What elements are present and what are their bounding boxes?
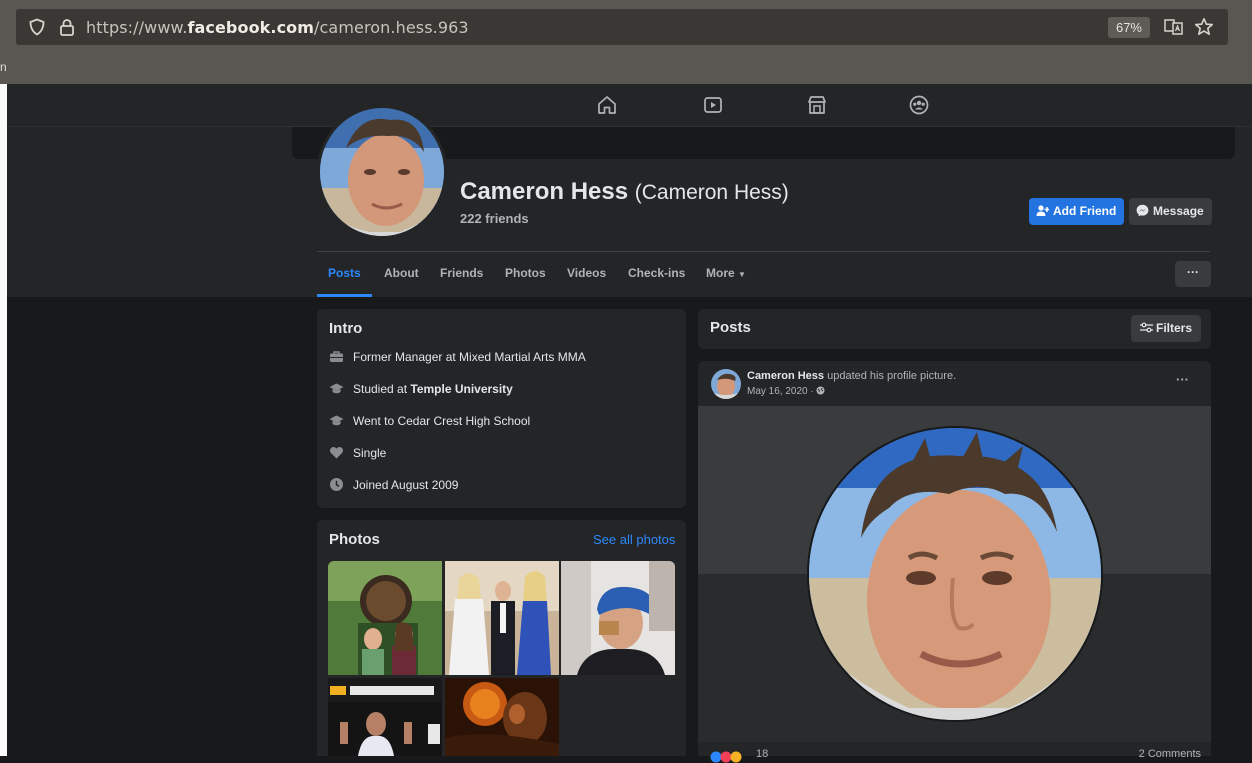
reaction-count[interactable]: 18: [756, 748, 768, 760]
posts-title: Posts: [710, 319, 751, 336]
profile-alt-name: (Cameron Hess): [634, 181, 789, 204]
see-all-photos-link[interactable]: See all photos: [593, 532, 675, 547]
tab-about[interactable]: About: [384, 266, 419, 280]
intro-education-prefix: Studied at: [353, 382, 411, 396]
bookmark-star-icon[interactable]: [1194, 17, 1214, 37]
active-tab-indicator: [317, 294, 372, 297]
intro-high-school: Went to Cedar Crest High School: [329, 413, 669, 431]
intro-education-school[interactable]: Temple University: [410, 382, 512, 396]
friends-count[interactable]: 222 friends: [460, 211, 529, 226]
add-friend-label: Add Friend: [1053, 204, 1117, 218]
shield-icon[interactable]: [28, 18, 46, 36]
lock-icon[interactable]: [58, 18, 76, 36]
filters-button[interactable]: Filters: [1131, 315, 1202, 342]
intro-joined: Joined August 2009: [329, 477, 669, 495]
intro-education: Studied at Temple University: [329, 381, 669, 399]
tab-videos[interactable]: Videos: [567, 266, 606, 280]
profile-picture-large: [807, 426, 1103, 722]
comment-count[interactable]: 2 Comments: [1139, 748, 1201, 760]
intro-work: Former Manager at Mixed Martial Arts MMA: [329, 349, 669, 367]
reaction-icons[interactable]: [710, 751, 750, 763]
filters-label: Filters: [1156, 321, 1193, 335]
browser-toolbar: https://www.facebook.com/cameron.hess.96…: [0, 0, 1252, 84]
intro-relationship-text: Single: [353, 446, 387, 460]
photo-thumbnail[interactable]: [445, 678, 559, 756]
page-edge: [0, 84, 7, 756]
tab-more[interactable]: More ▼: [706, 266, 746, 280]
clock-icon: [330, 478, 343, 491]
home-icon[interactable]: [596, 94, 618, 116]
intro-joined-text: Joined August 2009: [353, 478, 459, 492]
photo-thumbnail[interactable]: [328, 561, 442, 675]
globe-icon: [816, 386, 825, 395]
graduation-cap-icon: [329, 383, 344, 394]
caret-down-icon: ▼: [738, 270, 746, 279]
tab-more-label: More: [706, 266, 735, 280]
photo-thumbnail[interactable]: [328, 678, 442, 756]
address-bar[interactable]: https://www.facebook.com/cameron.hess.96…: [16, 9, 1228, 45]
intro-relationship: Single: [329, 445, 669, 463]
profile-name: Cameron Hess (Cameron Hess): [460, 178, 789, 206]
url-prefix: https://www.: [86, 18, 188, 37]
profile-avatar[interactable]: [317, 105, 447, 239]
post-options-button[interactable]: ···: [1176, 372, 1189, 387]
message-button[interactable]: Message: [1129, 198, 1212, 225]
message-label: Message: [1153, 204, 1204, 218]
clipped-text: n: [0, 60, 7, 74]
post-action: updated his profile picture.: [827, 370, 957, 382]
url-domain: facebook.com: [187, 18, 315, 37]
briefcase-icon: [330, 351, 343, 362]
url-path: /cameron.hess.963: [314, 18, 469, 37]
profile-name-main: Cameron Hess: [460, 178, 629, 205]
intro-work-text: Former Manager at Mixed Martial Arts MMA: [353, 350, 586, 364]
add-person-icon: [1036, 205, 1049, 216]
post-header: Cameron Hess updated his profile picture…: [747, 370, 956, 382]
post-photo[interactable]: [698, 406, 1211, 742]
translate-icon[interactable]: [1164, 18, 1184, 36]
tab-photos[interactable]: Photos: [505, 266, 546, 280]
tab-check-ins[interactable]: Check-ins: [628, 266, 685, 280]
tab-posts[interactable]: Posts: [328, 266, 361, 280]
intro-title: Intro: [329, 320, 363, 337]
facebook-nav-bar: [7, 84, 1252, 127]
post-reactions-bar: 18 2 Comments: [698, 742, 1211, 763]
graduation-cap-icon: [329, 415, 344, 426]
url-text[interactable]: https://www.facebook.com/cameron.hess.96…: [86, 18, 469, 37]
intro-high-school-text: Went to Cedar Crest High School: [353, 414, 531, 428]
photos-title: Photos: [329, 531, 380, 548]
heart-icon: [329, 447, 344, 459]
header-divider: [317, 251, 1210, 252]
profile-menu-button[interactable]: ···: [1175, 261, 1211, 287]
watch-icon[interactable]: [702, 94, 724, 116]
messenger-icon: [1136, 204, 1149, 217]
photo-thumbnail[interactable]: [561, 561, 675, 675]
marketplace-icon[interactable]: [806, 94, 828, 116]
post-timestamp[interactable]: May 16, 2020 ·: [747, 386, 816, 397]
photo-thumbnail[interactable]: [445, 561, 559, 675]
post-author-name[interactable]: Cameron Hess: [747, 370, 824, 382]
tab-friends[interactable]: Friends: [440, 266, 483, 280]
intro-education-text: Studied at Temple University: [353, 382, 513, 396]
zoom-indicator[interactable]: 67%: [1107, 17, 1150, 38]
intro-card: Intro Former Manager at Mixed Martial Ar…: [317, 309, 686, 508]
add-friend-button[interactable]: Add Friend: [1029, 198, 1125, 225]
post-author-avatar[interactable]: [711, 369, 741, 399]
post-date: May 16, 2020 ·: [747, 386, 825, 397]
filters-icon: [1140, 322, 1153, 333]
groups-icon[interactable]: [908, 94, 930, 116]
